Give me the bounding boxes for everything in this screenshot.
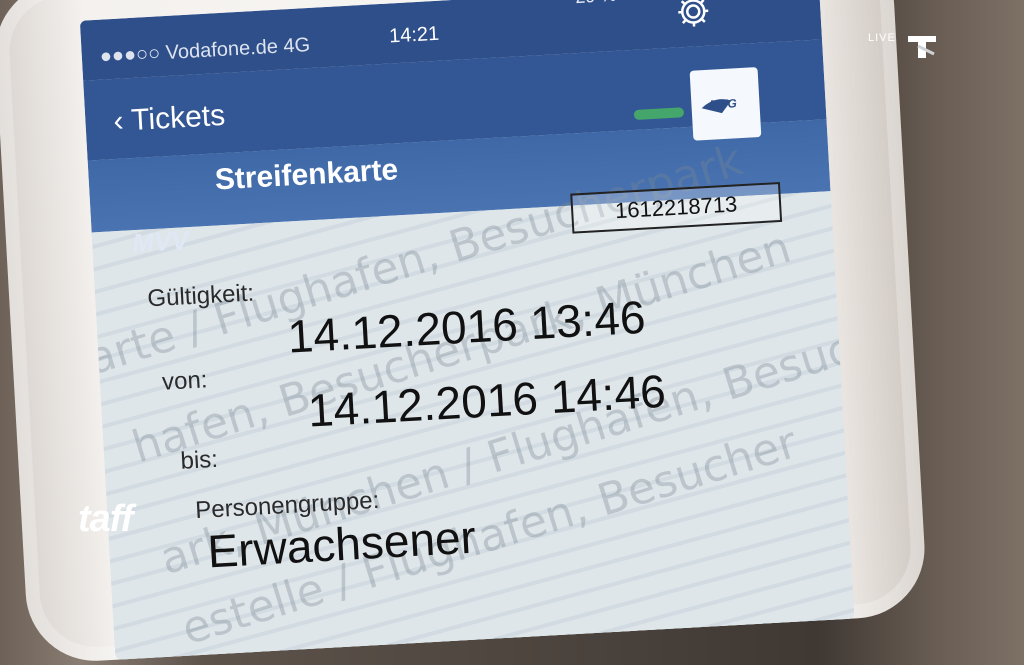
mvg-logo: MVG: [689, 67, 762, 141]
chevron-left-icon: ‹: [112, 104, 133, 139]
clock: 14:21: [388, 22, 440, 48]
back-button[interactable]: ‹ Tickets: [113, 99, 226, 139]
gear-icon[interactable]: [675, 0, 711, 29]
mvg-logo-text: MVG: [709, 96, 738, 112]
show-logo: taff: [78, 498, 133, 540]
live-label: LIVE: [868, 32, 896, 44]
back-button-label: Tickets: [130, 98, 226, 138]
phone-screen: arte / Flughafen, Besucherpark hafen, Be…: [79, 0, 855, 660]
mvv-logo: MVV: [131, 225, 190, 259]
tv-channel-logo: [908, 36, 936, 58]
smartphone: arte / Flughafen, Besucherpark hafen, Be…: [0, 0, 929, 665]
validity-label: Gültigkeit:: [146, 279, 255, 313]
valid-to-label: bis:: [179, 445, 219, 475]
valid-from-label: von:: [161, 366, 209, 396]
